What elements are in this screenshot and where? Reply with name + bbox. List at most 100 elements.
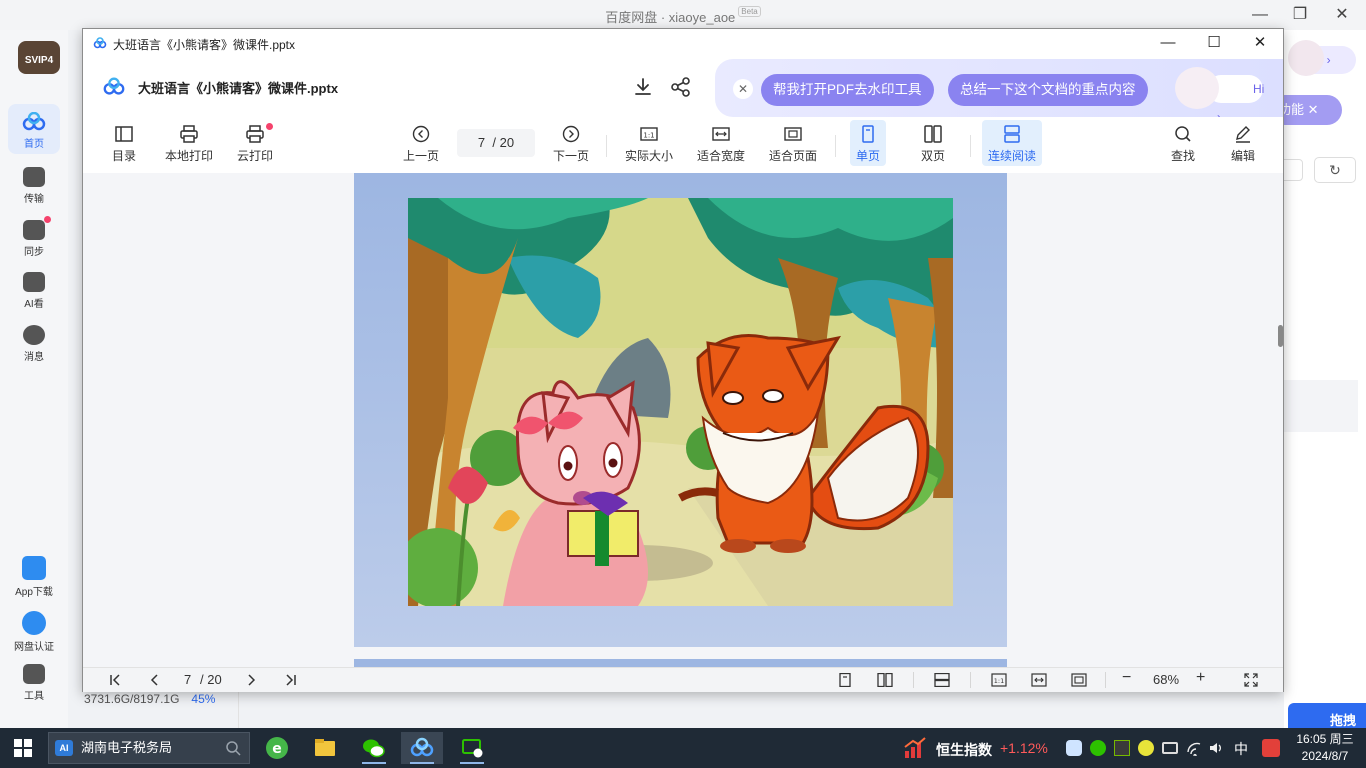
printer-icon [180, 125, 198, 143]
verify-icon [22, 611, 46, 635]
home-cloud-icon [21, 111, 47, 132]
toc-button[interactable]: 目录 [112, 125, 136, 164]
taskbar-wechat[interactable] [353, 732, 395, 764]
vertical-scrollbar[interactable] [1278, 325, 1283, 347]
taskbar-search-box[interactable]: AI 湖南电子税务局 [48, 732, 250, 764]
fit-page-button[interactable]: 适合页面 [769, 125, 817, 164]
double-page-button[interactable]: 双页 [921, 125, 945, 164]
wechat-icon [363, 739, 385, 758]
taskbar-file-explorer[interactable] [304, 732, 346, 764]
actual-size-icon[interactable]: 1:1 [991, 673, 1007, 687]
fullscreen-icon[interactable] [1243, 673, 1259, 687]
taskbar-browser[interactable]: e [256, 732, 298, 764]
double-page-mode-icon[interactable] [877, 673, 893, 687]
double-page-icon [924, 125, 942, 143]
zoom-level[interactable]: 68% [1153, 673, 1179, 687]
sidebar-label-transfer: 传输 [24, 194, 44, 205]
taskbar-clock[interactable]: 16:05 周三 2024/8/7 [1292, 731, 1358, 765]
sidebar-label-app-download: App下载 [15, 587, 53, 598]
zoom-out-button[interactable]: − [1122, 670, 1131, 686]
continuous-read-button[interactable]: 连续阅读 [982, 120, 1043, 166]
svg-text:e: e [272, 741, 282, 757]
volume-icon[interactable] [1208, 740, 1224, 756]
sidebar-item-transfer[interactable]: 传输 [0, 167, 68, 205]
fit-width-icon[interactable] [1031, 673, 1047, 687]
first-page-icon[interactable] [107, 673, 123, 687]
search-icon [226, 741, 241, 756]
app-minimize-button[interactable]: — [1246, 4, 1274, 26]
ai-suggestion-summarize[interactable]: 总结一下这个文档的重点内容 [948, 74, 1148, 106]
hang-seng-change[interactable]: +1.12% [1000, 740, 1048, 756]
remote-desktop-icon [462, 739, 483, 758]
ai-suggestion-remove-watermark[interactable]: 帮我打开PDF去水印工具 [761, 74, 934, 106]
sidebar-item-ai[interactable]: AI看 [0, 272, 68, 310]
drag-upload-banner[interactable]: 拖拽至 [1288, 703, 1366, 728]
app-close-button[interactable]: ✕ [1328, 4, 1356, 26]
app-sidebar: SVIP4 首页 传输 同步 AI看 消息 App下载 网盘认证 工具 [0, 30, 68, 728]
toc-icon [115, 126, 133, 142]
sync-notification-dot [44, 216, 51, 223]
sidebar-item-messages[interactable]: 消息 [0, 325, 68, 363]
wechat-tray-icon[interactable] [1090, 740, 1106, 756]
sidebar-label-messages: 消息 [24, 352, 44, 363]
svip-avatar[interactable]: SVIP4 [18, 41, 60, 74]
viewer-maximize-button[interactable]: ☐ [1201, 32, 1227, 54]
next-page-icon[interactable] [243, 673, 259, 687]
single-page-mode-icon[interactable] [837, 673, 853, 687]
right-mascot-avatar[interactable] [1288, 40, 1324, 76]
actual-size-button[interactable]: 1:1 实际大小 [625, 125, 673, 164]
prev-page-icon[interactable] [147, 673, 163, 687]
sidebar-item-app-download[interactable]: App下载 [0, 556, 68, 598]
app-tray-icon[interactable] [1138, 740, 1154, 756]
bottom-page-current[interactable]: 7 [184, 673, 191, 687]
last-page-icon[interactable] [283, 673, 299, 687]
windows-start-icon[interactable] [14, 739, 32, 757]
next-page-button[interactable]: 下一页 [553, 125, 589, 164]
prev-page-button[interactable]: 上一页 [403, 125, 439, 164]
sidebar-item-home[interactable]: 首页 [8, 104, 60, 154]
bottom-page-total: / 20 [200, 672, 222, 687]
page-number-input[interactable]: 7 / 20 [457, 129, 535, 157]
single-page-button[interactable]: 单页 [850, 120, 887, 166]
sidebar-item-verify[interactable]: 网盘认证 [0, 611, 68, 653]
toolbar-divider [835, 135, 836, 157]
app-restore-button[interactable]: ❐ [1286, 4, 1314, 26]
sidebar-item-tools[interactable]: 工具 [0, 664, 68, 702]
ai-mascot-avatar[interactable] [1175, 67, 1219, 109]
viewer-close-button[interactable]: ✕ [1247, 32, 1273, 54]
clock-time: 16:05 周三 [1296, 732, 1354, 746]
taskbar-remote-app[interactable] [451, 732, 493, 764]
search-text: 湖南电子税务局 [81, 740, 173, 755]
battery-icon[interactable] [1162, 742, 1178, 754]
svg-text:1:1: 1:1 [994, 677, 1004, 685]
zoom-in-button[interactable]: + [1196, 670, 1205, 686]
document-content-area[interactable] [83, 173, 1283, 667]
bottom-divider [1105, 672, 1106, 688]
local-print-button[interactable]: 本地打印 [165, 125, 213, 164]
fit-width-button[interactable]: 适合宽度 [697, 125, 745, 164]
viewer-minimize-button[interactable]: — [1155, 32, 1181, 54]
wifi-icon[interactable] [1186, 740, 1202, 756]
find-button[interactable]: 查找 [1171, 125, 1195, 164]
fit-page-icon[interactable] [1071, 673, 1087, 687]
edit-button[interactable]: 编辑 [1231, 125, 1255, 164]
cloud-printer-icon [246, 125, 264, 143]
sogou-input-icon[interactable] [1262, 739, 1280, 757]
download-icon[interactable] [631, 75, 655, 99]
divider [238, 692, 239, 728]
hang-seng-label[interactable]: 恒生指数 [936, 740, 992, 760]
pencil-icon [1236, 126, 1250, 143]
share-icon[interactable] [669, 75, 693, 99]
ai-bar-close-icon[interactable]: ✕ [733, 79, 753, 99]
nvidia-tray-icon[interactable] [1114, 740, 1130, 756]
stock-chart-icon[interactable] [903, 737, 927, 759]
continuous-read-icon [1004, 125, 1020, 143]
refresh-icon[interactable]: ↻ [1314, 157, 1356, 183]
cloud-print-button[interactable]: 云打印 [237, 125, 273, 164]
sidebar-item-sync[interactable]: 同步 [0, 220, 68, 258]
taskbar-baidu-netdisk[interactable] [401, 732, 443, 764]
netdisk-tray-icon[interactable] [1066, 740, 1082, 756]
windows-taskbar: AI 湖南电子税务局 e 恒生指数 +1.12% 中 16:05 周三 2024… [0, 728, 1366, 768]
ime-indicator[interactable]: 中 [1234, 739, 1248, 759]
continuous-mode-icon[interactable] [934, 673, 950, 687]
